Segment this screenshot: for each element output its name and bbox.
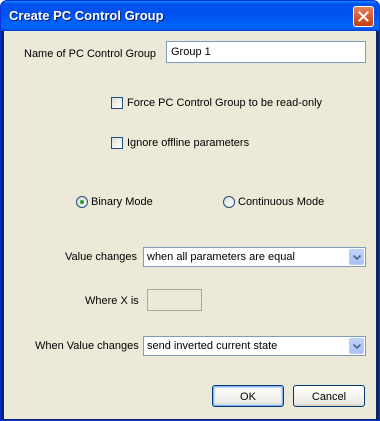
force-readonly-label[interactable]: Force PC Control Group to be read-only — [127, 97, 322, 109]
ignore-offline-checkbox[interactable] — [111, 137, 123, 149]
when-value-changes-selected: send inverted current state — [147, 340, 278, 352]
binary-mode-radio[interactable] — [76, 196, 88, 208]
group-name-input[interactable] — [166, 41, 366, 63]
when-value-changes-select[interactable]: send inverted current state — [143, 336, 366, 356]
continuous-mode-label[interactable]: Continuous Mode — [238, 196, 324, 208]
close-icon — [358, 11, 369, 22]
value-changes-selected: when all parameters are equal — [147, 251, 295, 263]
value-changes-dropdown-button[interactable] — [349, 249, 364, 265]
title-bar[interactable]: Create PC Control Group — [1, 1, 379, 31]
cancel-button-label: Cancel — [311, 391, 347, 403]
ignore-offline-label[interactable]: Ignore offline parameters — [127, 137, 249, 149]
cancel-button[interactable]: Cancel — [293, 385, 365, 407]
radio-selected-dot — [80, 200, 84, 204]
force-readonly-checkbox[interactable] — [111, 97, 123, 109]
ok-button-label: OK — [240, 391, 256, 403]
binary-mode-label[interactable]: Binary Mode — [91, 196, 153, 208]
value-changes-label: Value changes — [65, 251, 137, 263]
value-changes-select[interactable]: when all parameters are equal — [143, 247, 366, 267]
dialog-body: Name of PC Control Group Force PC Contro… — [4, 31, 376, 419]
window-title: Create PC Control Group — [9, 8, 164, 23]
when-value-changes-dropdown-button[interactable] — [349, 338, 364, 354]
chevron-down-icon — [353, 255, 361, 260]
close-button[interactable] — [353, 6, 374, 27]
continuous-mode-radio[interactable] — [223, 196, 235, 208]
where-x-label: Where X is — [85, 295, 139, 307]
when-value-changes-label: When Value changes — [35, 340, 139, 352]
ok-button[interactable]: OK — [212, 385, 284, 407]
group-name-label: Name of PC Control Group — [24, 48, 157, 60]
create-pc-control-group-dialog: Create PC Control Group Name of PC Contr… — [0, 0, 380, 421]
chevron-down-icon — [353, 344, 361, 349]
where-x-input[interactable] — [147, 289, 202, 311]
